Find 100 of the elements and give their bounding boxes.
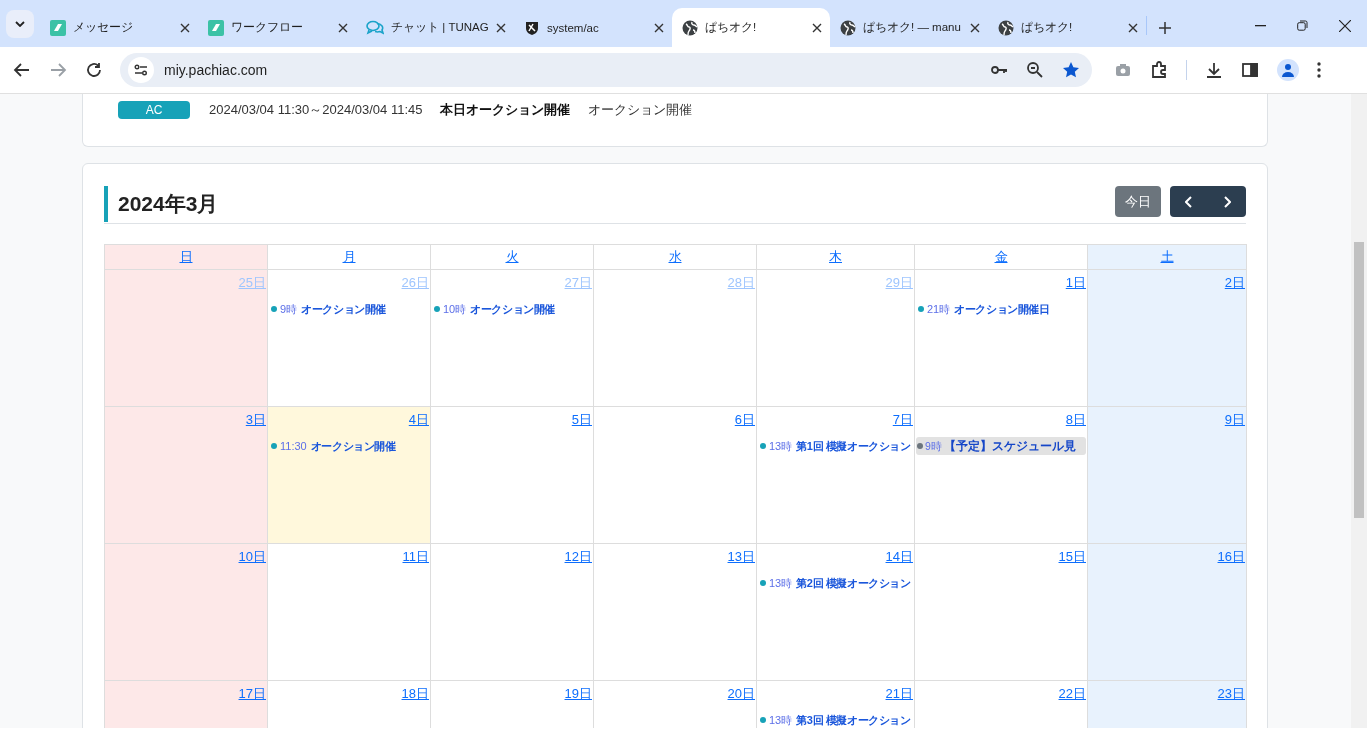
calendar-event[interactable]: 11:30 オークション開催 (269, 437, 398, 455)
event-time: 9時 (925, 439, 942, 454)
forward-icon[interactable] (49, 61, 67, 79)
app-icon (208, 19, 224, 36)
calendar-event[interactable]: 13時 第2回 模擬オークション (758, 574, 913, 592)
date-link[interactable]: 23日 (1217, 686, 1245, 701)
event-title: オークション開催日 (954, 302, 1050, 317)
date-link[interactable]: 20日 (727, 686, 755, 701)
event-title: 第3回 模擬オークション (796, 713, 911, 728)
new-tab-icon[interactable] (1159, 21, 1171, 34)
tab-search-button[interactable] (6, 10, 34, 38)
star-icon[interactable] (1062, 61, 1080, 79)
event-title: 第2回 模擬オークション (796, 576, 911, 591)
zoom-icon[interactable] (1026, 61, 1044, 79)
date-link[interactable]: 10日 (238, 549, 266, 564)
event-title: オークション開催 (470, 302, 556, 317)
site-settings-icon[interactable] (134, 64, 148, 76)
browser-tab[interactable]: チャット | TUNAG (356, 8, 514, 47)
app-icon (50, 19, 66, 36)
close-icon[interactable] (654, 22, 664, 33)
event-time: 13時 (769, 713, 793, 728)
weekday-link[interactable]: 金 (994, 249, 1008, 264)
globe-icon (998, 19, 1014, 36)
date-link[interactable]: 7日 (892, 412, 913, 427)
close-icon[interactable] (1339, 19, 1351, 32)
close-icon[interactable] (180, 22, 190, 33)
date-link[interactable]: 14日 (885, 549, 913, 564)
globe-icon (840, 19, 856, 36)
date-link[interactable]: 19日 (564, 686, 592, 701)
camera-icon[interactable] (1114, 61, 1132, 79)
date-link[interactable]: 5日 (571, 412, 592, 427)
globe-icon (682, 19, 698, 36)
browser-tab[interactable]: メッセージ (40, 8, 198, 47)
event-title: オークション開催 (301, 302, 386, 317)
calendar-event[interactable]: 13時 第1回 模擬オークション (758, 437, 913, 455)
scrollbar-thumb[interactable] (1354, 242, 1364, 518)
close-icon[interactable] (970, 22, 980, 33)
month-title: 2024年3月 (104, 186, 219, 222)
browser-tab[interactable]: ぱちオク! — manu (830, 8, 988, 47)
date-link[interactable]: 13日 (727, 549, 755, 564)
date-link[interactable]: 3日 (245, 412, 266, 427)
event-time: 13時 (769, 439, 793, 454)
date-link[interactable]: 11日 (402, 549, 429, 564)
back-icon[interactable] (13, 61, 31, 79)
notice-text: オークション開催 (588, 101, 693, 119)
puzzle-icon[interactable] (1150, 61, 1168, 79)
weekday-link[interactable]: 木 (829, 249, 842, 264)
reload-icon[interactable] (85, 61, 103, 79)
calendar-event[interactable]: 13時 第3回 模擬オークション (758, 711, 913, 728)
event-time: 13時 (769, 576, 793, 591)
event-title: 第1回 模擬オークション (796, 439, 911, 454)
date-link[interactable]: 4日 (408, 412, 429, 427)
chevron-right-icon (1223, 195, 1231, 208)
date-link[interactable]: 1日 (1065, 275, 1086, 290)
side-panel-icon[interactable] (1241, 61, 1259, 79)
close-icon[interactable] (1128, 22, 1138, 33)
date-link[interactable]: 15日 (1058, 549, 1086, 564)
date-link[interactable]: 21日 (885, 686, 913, 701)
browser-tab[interactable]: system/ac (514, 8, 672, 47)
address-bar[interactable]: miy.pachiac.com (120, 53, 1092, 87)
scrollbar[interactable] (1351, 94, 1367, 728)
calendar-event[interactable]: 9時 オークション開催 (269, 300, 388, 318)
weekday-link[interactable]: 土 (1160, 249, 1174, 264)
date-link[interactable]: 22日 (1058, 686, 1086, 701)
shield-icon (524, 19, 540, 36)
event-time: 10時 (443, 302, 467, 317)
restore-icon[interactable] (1297, 20, 1308, 31)
calendar-event[interactable]: 9時 【予定】スケジュール見 (916, 437, 1086, 455)
download-icon[interactable] (1205, 61, 1223, 79)
event-title: オークション開催 (310, 439, 396, 454)
close-icon[interactable] (812, 22, 822, 33)
weekday-link[interactable]: 月 (342, 249, 356, 264)
date-link[interactable]: 9日 (1224, 412, 1245, 427)
weekday-link[interactable]: 日 (179, 249, 193, 264)
date-link[interactable]: 12日 (564, 549, 592, 564)
date-link[interactable]: 6日 (734, 412, 755, 427)
date-link[interactable]: 17日 (238, 686, 266, 701)
today-button[interactable]: 今日 (1115, 186, 1161, 217)
event-time: 11:30 (280, 439, 307, 454)
weekday-link[interactable]: 火 (505, 249, 519, 264)
close-icon[interactable] (496, 22, 506, 33)
minimize-icon[interactable] (1255, 24, 1266, 27)
notice-title: 本日オークション開催 (440, 101, 571, 119)
category-badge: AC (118, 101, 190, 119)
profile-avatar[interactable] (1277, 59, 1299, 81)
date-link[interactable]: 2日 (1224, 275, 1245, 290)
calendar-event[interactable]: 21時 オークション開催日 (916, 300, 1052, 318)
browser-tab[interactable]: ワークフロー (198, 8, 356, 47)
date-link[interactable]: 16日 (1217, 549, 1245, 564)
calendar-event[interactable]: 10時 オークション開催 (432, 300, 558, 318)
date-link[interactable]: 8日 (1065, 412, 1086, 427)
browser-tab[interactable]: ぱちオク! (672, 8, 830, 47)
weekday-link[interactable]: 水 (668, 249, 682, 264)
chevron-left-icon (1185, 195, 1193, 208)
close-icon[interactable] (338, 22, 348, 33)
menu-icon[interactable] (1317, 62, 1321, 78)
date-link[interactable]: 18日 (401, 686, 429, 701)
person-icon (1281, 63, 1295, 77)
event-time: 21時 (927, 302, 951, 317)
browser-tab[interactable]: ぱちオク! (988, 8, 1146, 47)
